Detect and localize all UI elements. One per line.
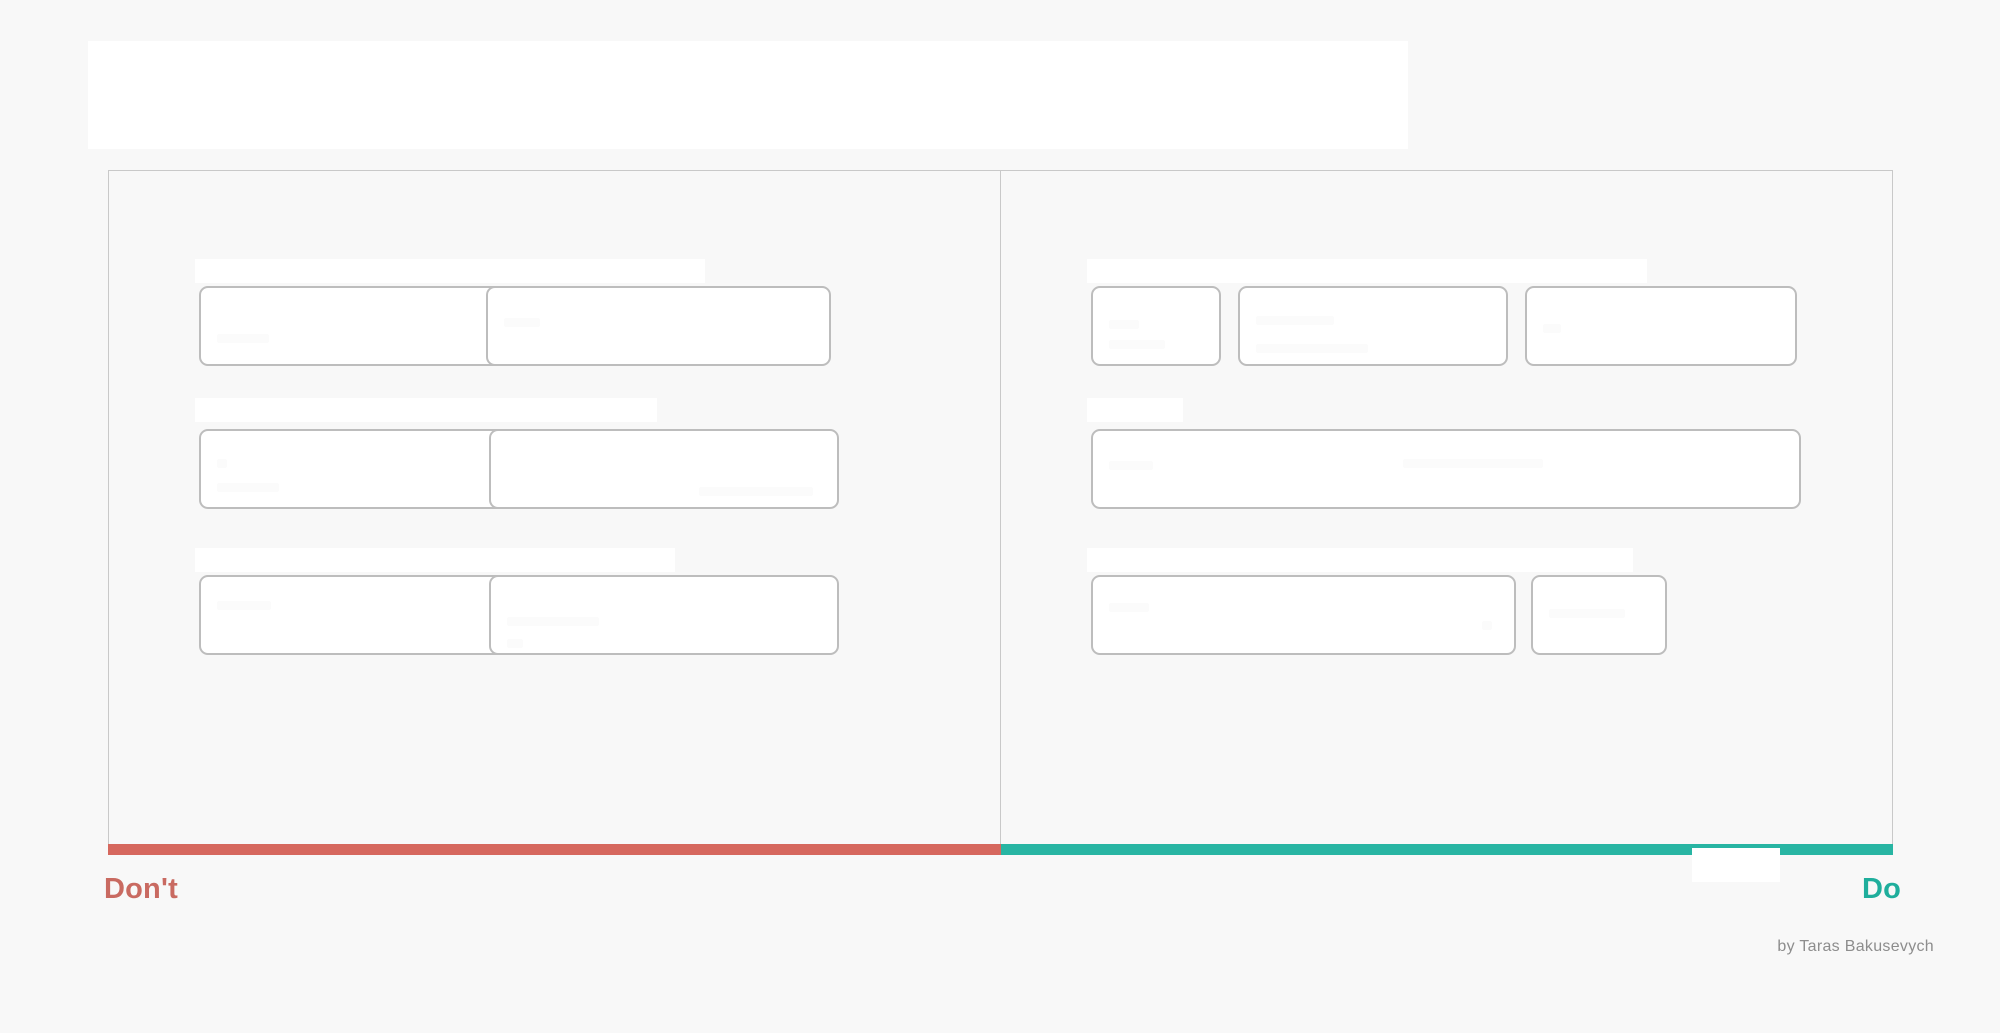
- field-group-label: [195, 259, 705, 283]
- header-placeholder: [88, 41, 1408, 149]
- verdict-label-do: Do: [1862, 873, 1902, 905]
- field-group-label: [1086, 398, 1183, 422]
- field-group-label: [1086, 548, 1633, 572]
- form-field[interactable]: [1237, 286, 1508, 366]
- field-group-label: [195, 548, 675, 572]
- field-ghost-text: [1255, 344, 1368, 353]
- author-credit: by Taras Bakusevych: [1777, 938, 1934, 955]
- form-field[interactable]: [1090, 429, 1801, 509]
- field-group-label: [1086, 259, 1647, 283]
- comparison-panels: [108, 170, 1893, 850]
- field-ghost-text: [699, 487, 813, 496]
- screenshot-canvas: Don't Do by Taras Bakusevych: [0, 0, 2000, 1033]
- field-ghost-text: [217, 601, 271, 610]
- verdict-bar-dont: [108, 844, 1001, 855]
- form-field[interactable]: [1530, 575, 1667, 655]
- form-field[interactable]: [1090, 286, 1221, 366]
- form-field[interactable]: [486, 286, 831, 366]
- form-field[interactable]: [1090, 575, 1516, 655]
- field-ghost-text: [1108, 603, 1149, 612]
- form-field[interactable]: [489, 575, 839, 655]
- field-ghost-text: [507, 639, 523, 648]
- field-ghost-text: [217, 334, 269, 343]
- form-field[interactable]: [489, 429, 839, 509]
- panel-dont: [109, 171, 1001, 849]
- verdict-bar-gap: [1692, 848, 1780, 882]
- verdict-label-dont: Don't: [104, 873, 178, 905]
- field-ghost-text: [1108, 340, 1165, 349]
- field-ghost-text: [1255, 316, 1334, 325]
- panel-do: [1000, 171, 1892, 849]
- field-group-label: [195, 398, 657, 422]
- field-ghost-text: [1548, 609, 1625, 618]
- field-ghost-text: [217, 459, 227, 468]
- field-ghost-text: [1402, 459, 1543, 468]
- form-field[interactable]: [1524, 286, 1797, 366]
- field-ghost-text: [217, 483, 279, 492]
- field-ghost-text: [507, 617, 599, 626]
- field-ghost-text: [1108, 461, 1153, 470]
- field-ghost-text: [504, 318, 540, 327]
- field-ghost-text: [1542, 324, 1561, 333]
- field-ghost-text: [1108, 320, 1139, 329]
- field-ghost-text: [1481, 621, 1492, 630]
